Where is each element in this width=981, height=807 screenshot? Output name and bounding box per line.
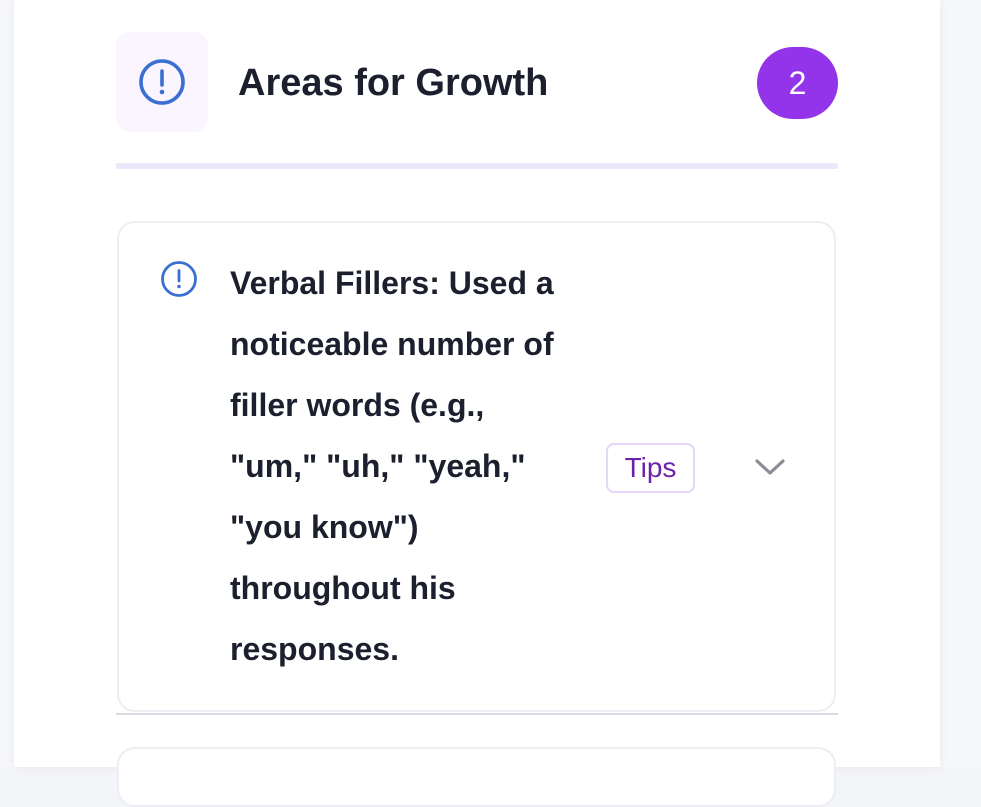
exclamation-circle-icon (161, 261, 197, 297)
section-title: Areas for Growth (238, 62, 549, 104)
exclamation-circle-icon (139, 59, 185, 105)
tips-button[interactable]: Tips (606, 443, 695, 493)
chevron-down-icon[interactable] (752, 452, 788, 482)
growth-item-text: Verbal Fillers: Used a noticeable number… (230, 265, 554, 667)
growth-item-card-next[interactable] (117, 747, 836, 807)
section-divider (116, 163, 838, 169)
section-icon-container (116, 32, 208, 132)
card-divider (116, 713, 838, 715)
count-badge: 2 (757, 47, 838, 119)
